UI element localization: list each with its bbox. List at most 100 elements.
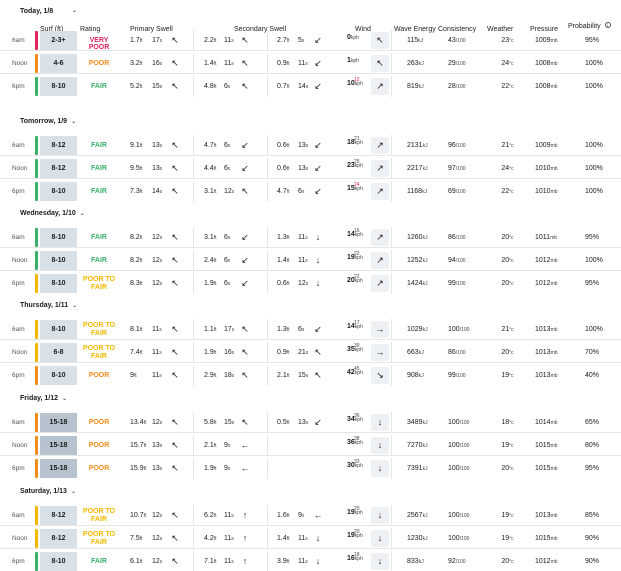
pressure: 1010mb: [535, 165, 558, 172]
secondary-swell-1-period-value: 15: [224, 419, 232, 426]
day-heading[interactable]: Thursday, 1/11 ⌄: [20, 302, 77, 309]
table-row[interactable]: 6am 2-3+ VERY POOR 1.7ft 17s ↖ 2.2ft 11s…: [0, 30, 621, 51]
primary-swell-height-value: 13.4: [130, 419, 144, 426]
day-heading[interactable]: Saturday, 1/13 ⌄: [20, 488, 76, 495]
table-row[interactable]: 6pm 8-10 FAIR 6.1ft 12s ↖ 7.1ft 11s ↑ 3.…: [0, 551, 621, 571]
column-divider: [193, 365, 194, 386]
primary-swell-direction-arrow-icon: ↖: [171, 370, 179, 380]
pressure: 1008mb: [535, 60, 558, 67]
consistency-value: 86: [448, 349, 456, 356]
wind-gust: 16: [354, 228, 360, 234]
unit-ft: ft: [213, 189, 217, 195]
weather-icon: ·: [497, 512, 500, 519]
pressure: 1008mb: [535, 83, 558, 90]
column-divider: [193, 319, 194, 340]
table-row[interactable]: 6am 15-18 POOR 13.4ft 12s ↖ 5.8ft 15s ↖ …: [0, 412, 621, 433]
unit-deg: °c: [509, 443, 514, 449]
unit-ft: ft: [139, 61, 143, 67]
primary-swell-period-value: 16: [152, 60, 160, 67]
pressure: 1015mb: [535, 442, 558, 449]
table-row[interactable]: Noon 8-12 FAIR 9.5ft 13s ↖ 4.4ft 6s ↙ 0.…: [0, 158, 621, 179]
secondary-swell-1-period: 6s: [224, 83, 230, 90]
primary-swell-height: 8.3ft: [130, 280, 143, 287]
secondary-swell-2-period: 6s: [298, 326, 304, 333]
wave-energy-value: 663: [407, 349, 419, 356]
table-row[interactable]: Noon 8-12 POOR TO FAIR 7.5ft 12s ↖ 4.2ft …: [0, 528, 621, 549]
weather-value: 19: [501, 535, 510, 542]
column-divider: [267, 412, 268, 433]
unit-s: s: [159, 143, 163, 149]
table-row[interactable]: 6am 8-12 FAIR 9.1ft 13s ↖ 4.7ft 6s ↙ 0.6…: [0, 135, 621, 156]
wave-energy: 115kJ: [407, 37, 423, 44]
chevron-down-icon[interactable]: ⌄: [80, 210, 85, 217]
wind-direction-arrow-icon: ↗: [371, 183, 389, 200]
table-row[interactable]: Noon 8-10 FAIR 8.2ft 12s ↖ 2.4ft 6s ↙ 1.…: [0, 250, 621, 271]
primary-swell-direction-arrow-icon: ↖: [171, 163, 179, 173]
wind-direction-arrow-icon: ↓: [371, 507, 389, 524]
table-row[interactable]: 6pm 8-10 POOR TO FAIR 8.3ft 12s ↖ 1.9ft 6…: [0, 273, 621, 294]
secondary-swell-2-height-value: 2.7: [277, 37, 287, 44]
secondary-swell-2-height: 1.3ft: [277, 326, 290, 333]
unit-s: s: [227, 258, 231, 264]
rating-label: VERY POOR: [88, 37, 110, 51]
chevron-down-icon[interactable]: ⌄: [62, 395, 67, 402]
table-row[interactable]: Noon 6-8 POOR TO FAIR 7.4ft 11s ↖ 1.9ft 1…: [0, 342, 621, 363]
unit-ft: ft: [286, 84, 290, 90]
unit-per-100: /100: [459, 443, 470, 449]
unit-ft: ft: [213, 143, 217, 149]
pressure: 1013mb: [535, 349, 558, 356]
chevron-down-icon[interactable]: ⌄: [72, 302, 77, 309]
consistency-value: 43: [448, 37, 456, 44]
unit-ft: ft: [286, 258, 290, 264]
unit-mb: mb: [550, 281, 558, 287]
unit-per-100: /100: [455, 235, 466, 241]
secondary-swell-2-direction-arrow-icon: ↖: [314, 347, 322, 357]
primary-swell-period: 14s: [152, 188, 162, 195]
table-row[interactable]: 6pm 8-10 FAIR 5.2ft 15s ↖ 4.8ft 6s ↖ 0.7…: [0, 76, 621, 97]
primary-swell-period: 13s: [152, 142, 162, 149]
row-time: Noon: [12, 257, 28, 264]
table-row[interactable]: 6pm 8-10 POOR 9ft 11s ↖ 2.9ft 18s ↖ 2.1f…: [0, 365, 621, 386]
unit-ft: ft: [213, 235, 217, 241]
wave-energy: 663kJ: [407, 349, 424, 356]
secondary-swell-1-period-value: 18: [224, 372, 232, 379]
rating-color-bar: [35, 552, 38, 571]
wave-energy: 819kJ: [407, 83, 424, 90]
primary-swell-direction-arrow-icon: ↖: [171, 324, 179, 334]
surf-height: 8-10: [40, 251, 77, 270]
unit-deg: °c: [509, 38, 514, 44]
unit-s: s: [159, 281, 163, 287]
column-divider: [267, 435, 268, 456]
day-heading[interactable]: Friday, 1/12 ⌄: [20, 395, 67, 402]
chevron-down-icon[interactable]: ⌄: [71, 118, 76, 125]
chevron-down-icon[interactable]: ⌄: [72, 7, 77, 14]
unit-ft: ft: [286, 235, 290, 241]
unit-ft: ft: [286, 350, 290, 356]
table-row[interactable]: 6am 8-12 POOR TO FAIR 10.7ft 12s ↖ 6.2ft …: [0, 505, 621, 526]
pressure: 1014mb: [535, 419, 558, 426]
weather-value: 21: [501, 326, 510, 333]
wind-direction-arrow-icon: ↓: [371, 553, 389, 570]
table-row[interactable]: 6pm 15-18 POOR 15.9ft 13s ↖ 1.9ft 9s ← 3…: [0, 458, 621, 479]
primary-swell-height-value: 5.2: [130, 83, 140, 90]
pressure-value: 1013: [535, 326, 551, 333]
unit-s: s: [227, 166, 231, 172]
column-divider: [391, 528, 392, 549]
table-row[interactable]: Noon 4-6 POOR 3.2ft 16s ↖ 1.4ft 11s ↖ 0.…: [0, 53, 621, 74]
wind-gust: 33: [354, 459, 360, 465]
info-icon[interactable]: i: [604, 22, 611, 28]
table-row[interactable]: 6am 8-10 POOR TO FAIR 8.1ft 11s ↖ 1.1ft 1…: [0, 319, 621, 340]
secondary-swell-1-height: 2.9ft: [204, 372, 217, 379]
table-row[interactable]: 6am 8-10 FAIR 8.2ft 12s ↖ 3.1ft 6s ↙ 1.3…: [0, 227, 621, 248]
unit-s: s: [305, 166, 309, 172]
unit-s: s: [231, 420, 235, 426]
pressure-value: 1013: [535, 512, 551, 519]
primary-swell-height-value: 8.3: [130, 280, 140, 287]
column-divider: [193, 135, 194, 156]
table-row[interactable]: 6pm 8-10 FAIR 7.3ft 14s ↖ 3.1ft 12s ↖ 4.…: [0, 181, 621, 202]
day-heading[interactable]: Wednesday, 1/10 ⌄: [20, 210, 85, 217]
chevron-down-icon[interactable]: ⌄: [71, 488, 76, 495]
day-heading[interactable]: Tomorrow, 1/9 ⌄: [20, 118, 76, 125]
table-row[interactable]: Noon 15-18 POOR 15.7ft 13s ↖ 2.1ft 9s ← …: [0, 435, 621, 456]
wind-speed: 25 23kph: [347, 159, 371, 169]
